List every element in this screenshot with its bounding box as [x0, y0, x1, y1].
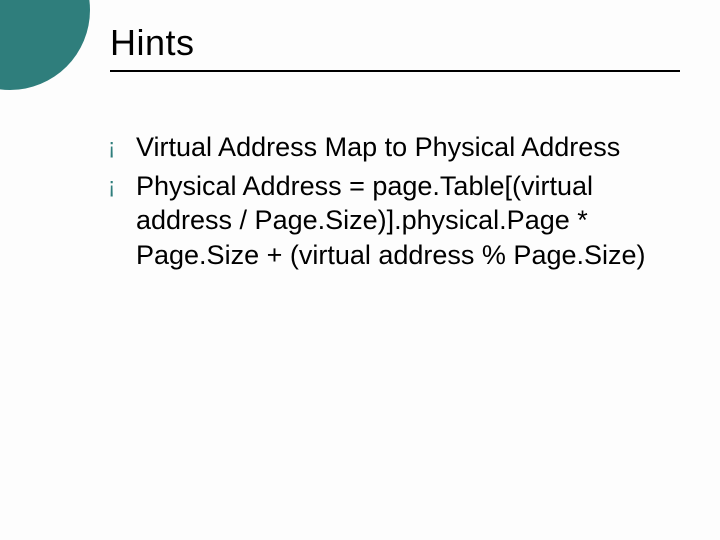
title-block: Hints — [110, 22, 680, 72]
title-underline — [110, 70, 680, 72]
body-block: ¡ Virtual Address Map to Physical Addres… — [108, 130, 670, 276]
decorative-corner-circle — [0, 0, 90, 90]
slide-title: Hints — [110, 22, 680, 64]
list-item: ¡ Physical Address = page.Table[(virtual… — [108, 169, 670, 273]
hollow-bullet-icon: ¡ — [108, 130, 136, 164]
bullet-text: Physical Address = page.Table[(virtual a… — [136, 169, 670, 273]
list-item: ¡ Virtual Address Map to Physical Addres… — [108, 130, 670, 165]
slide: Hints ¡ Virtual Address Map to Physical … — [0, 0, 720, 540]
bullet-text: Virtual Address Map to Physical Address — [136, 130, 670, 165]
hollow-bullet-icon: ¡ — [108, 169, 136, 203]
